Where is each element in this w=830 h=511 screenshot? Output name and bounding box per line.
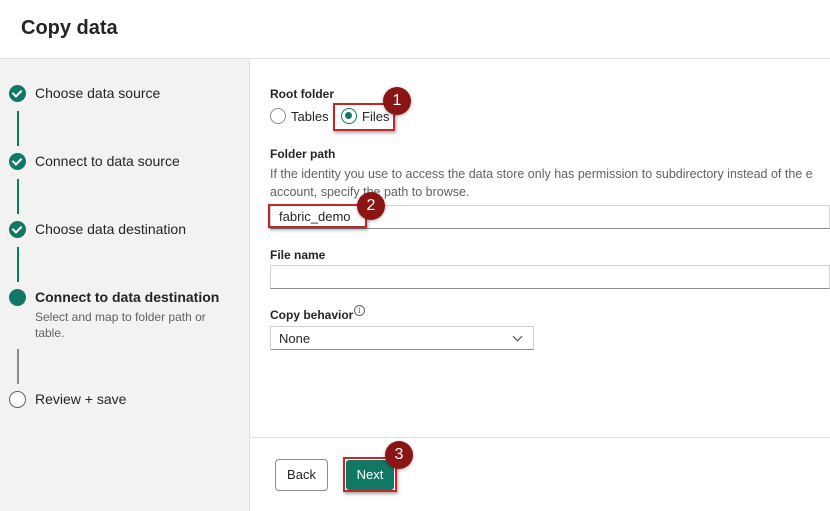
step-description: Select and map to folder path or table. bbox=[35, 310, 206, 340]
folder-path-label: Folder path bbox=[270, 147, 336, 161]
folder-path-description: If the identity you use to access the da… bbox=[270, 165, 830, 201]
step-label: Choose data destination bbox=[35, 221, 186, 237]
radio-circle[interactable] bbox=[270, 108, 286, 124]
pending-step-icon bbox=[9, 391, 26, 408]
wizard-stepper bbox=[0, 59, 250, 511]
description-line: If the identity you use to access the da… bbox=[270, 167, 813, 181]
step-connector bbox=[17, 111, 19, 146]
back-button[interactable]: Back bbox=[275, 459, 328, 491]
step-connector bbox=[17, 247, 19, 282]
step-connector bbox=[17, 179, 19, 214]
callout-badge-3: 3 bbox=[385, 441, 413, 469]
check-icon bbox=[9, 221, 26, 238]
file-name-input[interactable] bbox=[270, 265, 830, 289]
current-step-icon bbox=[9, 289, 26, 306]
description-line: account, specify the path to browse. bbox=[270, 185, 470, 199]
footer-divider bbox=[250, 437, 830, 438]
callout-badge-1: 1 bbox=[383, 87, 411, 115]
copy-behavior-dropdown[interactable]: None bbox=[270, 326, 534, 350]
radio-label: Tables bbox=[291, 109, 329, 124]
info-icon[interactable]: i bbox=[354, 305, 365, 316]
step-label: Connect to data source bbox=[35, 153, 180, 169]
dropdown-value: None bbox=[279, 331, 311, 346]
callout-badge-2: 2 bbox=[357, 192, 385, 220]
file-name-label: File name bbox=[270, 248, 326, 262]
chevron-down-icon bbox=[512, 331, 523, 342]
page-title: Copy data bbox=[21, 17, 118, 39]
copy-behavior-label: Copy behavior bbox=[270, 308, 354, 322]
header: Copy data bbox=[0, 0, 830, 59]
step-label: Choose data source bbox=[35, 85, 161, 101]
check-icon bbox=[9, 85, 26, 102]
check-icon bbox=[9, 153, 26, 170]
root-folder-label: Root folder bbox=[270, 87, 334, 101]
step-label: Review + save bbox=[35, 391, 127, 407]
step-connector bbox=[17, 349, 19, 384]
step-label: Connect to data destination bbox=[35, 289, 220, 305]
highlight-folder-path bbox=[268, 204, 367, 228]
